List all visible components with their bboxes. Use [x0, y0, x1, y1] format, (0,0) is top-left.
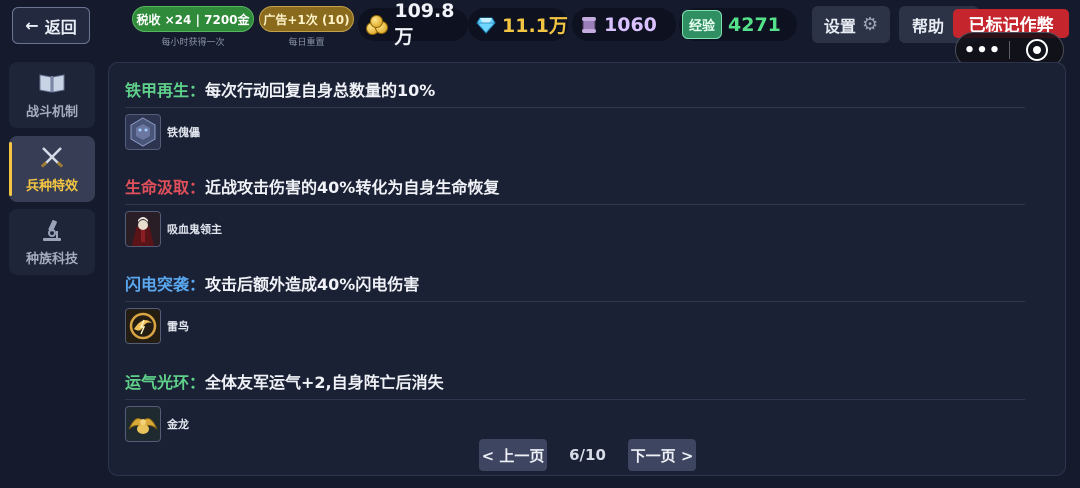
active-tab-indicator [9, 142, 12, 196]
page-indicator: 6/10 [569, 446, 606, 464]
microscope-icon [38, 218, 66, 242]
divider [125, 399, 1025, 400]
unit-name: 吸血鬼领主 [167, 223, 222, 236]
crossed-swords-icon [38, 145, 66, 169]
unit-name: 金龙 [167, 418, 189, 431]
scroll-icon [582, 16, 596, 33]
effect-heading: 运气光环：全体友军运气+2,自身阵亡后消失 [125, 371, 1053, 395]
settings-button[interactable]: 设置 ⚙ [812, 6, 890, 43]
effect-entry: 闪电突袭：攻击后额外造成40%闪电伤害 雷鸟 [125, 273, 1053, 344]
sidebar-tab-label: 战斗机制 [25, 104, 78, 120]
more-menu-button[interactable]: ••• [956, 40, 1009, 61]
effect-name: 闪电突袭： [125, 275, 206, 294]
book-icon [38, 71, 66, 95]
next-page-button[interactable]: 下一页 > [628, 439, 696, 471]
effect-description: 近战攻击伤害的40%转化为自身生命恢复 [205, 178, 500, 197]
close-miniprogram-button[interactable] [1010, 39, 1063, 61]
unit-row[interactable]: 金龙 [125, 406, 1053, 442]
unit-row[interactable]: 雷鸟 [125, 308, 1053, 344]
unit-row[interactable]: 铁傀儡 [125, 114, 1053, 150]
sidebar-tab-combat[interactable]: 战斗机制 [9, 62, 95, 128]
ad-subtext: 每日重置 [288, 38, 325, 48]
prev-page-button[interactable]: < 上一页 [479, 439, 547, 471]
unit-name: 雷鸟 [167, 320, 189, 333]
diamond-icon [476, 17, 496, 34]
effect-heading: 铁甲再生：每次行动回复自身总数量的10% [125, 79, 1053, 103]
gold-coins-icon [366, 14, 388, 35]
gold-dragon-icon[interactable] [125, 406, 161, 442]
back-label: 返回 [44, 17, 77, 37]
effect-name: 生命汲取： [125, 178, 206, 197]
back-button[interactable]: ← 返回 [12, 7, 90, 44]
help-label: 帮助 [912, 16, 945, 36]
effect-entry: 生命汲取：近战攻击伤害的40%转化为自身生命恢复 吸血鬼领主 [125, 176, 1053, 247]
pagination: < 上一页 6/10 下一页 > [479, 439, 699, 471]
effect-name: 铁甲再生： [125, 81, 206, 100]
gear-icon: ⚙ [861, 14, 879, 35]
divider [125, 107, 1025, 108]
iron-golem-icon[interactable] [125, 114, 161, 150]
effect-name: 运气光环： [125, 373, 206, 392]
tax-subtext: 每小时获得一次 [161, 38, 225, 48]
thunderbird-icon[interactable] [125, 308, 161, 344]
effect-entry: 运气光环：全体友军运气+2,自身阵亡后消失 金龙 [125, 371, 1053, 442]
effect-description: 全体友军运气+2,自身阵亡后消失 [205, 373, 444, 392]
effect-description: 攻击后额外造成40%闪电伤害 [205, 275, 420, 294]
settings-label: 设置 [823, 16, 856, 36]
divider [125, 204, 1025, 205]
gold-value: 109.8万 [394, 0, 455, 48]
unit-name: 铁傀儡 [167, 126, 200, 139]
sidebar-tab-label: 种族科技 [25, 251, 78, 267]
ad-bonus-badge[interactable]: 广告+1次 (10) [259, 6, 354, 32]
divider [125, 301, 1025, 302]
gem-counter: 11.1万 [468, 8, 568, 41]
effect-entry: 铁甲再生：每次行动回复自身总数量的10% 铁傀儡 [125, 79, 1053, 150]
close-circle-icon [1025, 39, 1048, 61]
vampire-lord-icon[interactable] [125, 211, 161, 247]
unit-effects-panel: 铁甲再生：每次行动回复自身总数量的10% 铁傀儡 生命汲取：近战攻击伤害的40%… [108, 62, 1066, 476]
scroll-value: 1060 [604, 13, 657, 36]
sidebar-tab-unit-effects[interactable]: 兵种特效 [9, 136, 95, 202]
effect-heading: 生命汲取：近战攻击伤害的40%转化为自身生命恢复 [125, 176, 1053, 200]
sidebar-tab-race-tech[interactable]: 种族科技 [9, 209, 95, 275]
unit-row[interactable]: 吸血鬼领主 [125, 211, 1053, 247]
gem-value: 11.1万 [502, 15, 568, 37]
exp-value: 4271 [728, 13, 781, 36]
exp-counter: 经验 4271 [679, 8, 797, 41]
tax-badge[interactable]: 税收 ×24 | 7200金 [132, 6, 254, 32]
gold-counter: 109.8万 [358, 0, 468, 48]
exp-label: 经验 [682, 10, 723, 39]
effect-heading: 闪电突袭：攻击后额外造成40%闪电伤害 [125, 273, 1053, 297]
top-bar: ← 返回 税收 ×24 | 7200金 每小时获得一次 广告+1次 (10) 每… [0, 0, 1080, 68]
sidebar-tab-label: 兵种特效 [25, 178, 78, 194]
scroll-counter: 1060 [572, 8, 676, 41]
effect-description: 每次行动回复自身总数量的10% [205, 81, 436, 100]
back-arrow-icon: ← [25, 16, 39, 35]
